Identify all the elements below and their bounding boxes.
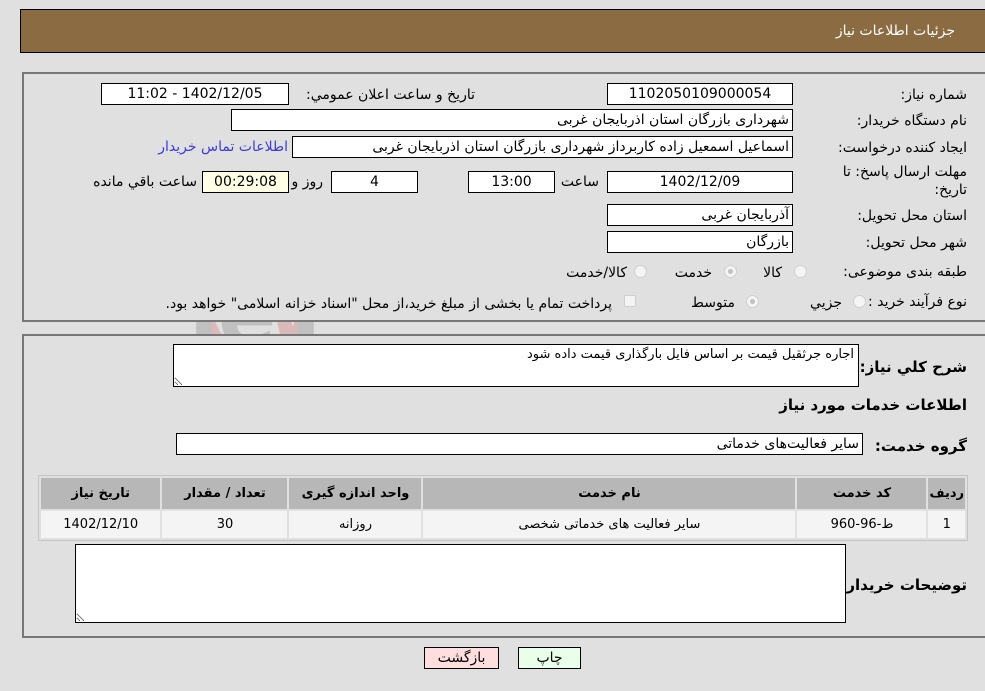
col-quantity: تعداد / مقدار bbox=[162, 478, 288, 509]
buyer-org-field[interactable]: شهرداری بازرگان استان اذربایجان غربی bbox=[231, 109, 793, 131]
buyer-notes-textarea[interactable] bbox=[75, 544, 846, 623]
requester-label: ایجاد کننده درخواست: bbox=[838, 140, 967, 156]
requester-field[interactable]: اسماعیل اسمعیل زاده کاربرداز شهرداری باز… bbox=[292, 136, 793, 158]
col-row-number: ردیف bbox=[928, 478, 965, 509]
buyer-notes-label: توضیحات خریدار: bbox=[840, 576, 967, 594]
process-radio-minor[interactable] bbox=[853, 295, 866, 308]
need-number-label: شماره نیاز: bbox=[900, 87, 968, 103]
print-button[interactable]: چاپ bbox=[518, 647, 581, 669]
remaining-time-label: ساعت باقي مانده bbox=[93, 174, 197, 190]
cell-service-code: ط-96-960 bbox=[797, 511, 927, 538]
buyer-contact-link[interactable]: اطلاعات تماس خریدار bbox=[158, 139, 288, 155]
process-option-medium: متوسط bbox=[691, 295, 735, 311]
process-option-minor: جزیي bbox=[810, 295, 842, 311]
province-label: استان محل تحویل: bbox=[857, 208, 967, 224]
category-radio-goods[interactable] bbox=[794, 265, 807, 278]
col-need-date: تاریخ نیاز bbox=[41, 478, 161, 509]
announce-label: تاریخ و ساعت اعلان عمومي: bbox=[306, 87, 475, 103]
buyer-org-label: نام دستگاه خریدار: bbox=[856, 113, 967, 129]
col-service-name: نام خدمت bbox=[423, 478, 796, 509]
deadline-label: مهلت ارسال پاسخ: تا تاریخ: bbox=[842, 164, 967, 198]
city-label: شهر محل تحویل: bbox=[865, 235, 967, 251]
category-option-goods: کالا bbox=[763, 265, 782, 281]
table-row: 1 ط-96-960 سایر فعالیت های خدماتی شخصی ر… bbox=[41, 511, 965, 538]
cell-service-name: سایر فعالیت های خدماتی شخصی bbox=[423, 511, 796, 538]
page-header: جزئیات اطلاعات نیاز bbox=[20, 9, 985, 53]
description-label: شرح کلي نیاز: bbox=[859, 358, 967, 376]
province-field[interactable]: آذربایجان غربی bbox=[607, 204, 793, 226]
category-radio-service[interactable] bbox=[724, 265, 737, 278]
cell-unit: روزانه bbox=[289, 511, 422, 538]
page-title: جزئیات اطلاعات نیاز bbox=[835, 23, 955, 39]
process-radio-medium[interactable] bbox=[746, 295, 759, 308]
treasury-note: پرداخت تمام یا بخشی از مبلغ خرید،از محل … bbox=[165, 296, 612, 312]
remaining-time-field[interactable]: 00:29:08 bbox=[202, 171, 289, 193]
cell-quantity: 30 bbox=[162, 511, 288, 538]
description-textarea[interactable] bbox=[173, 344, 859, 387]
category-radio-goods-service[interactable] bbox=[634, 265, 647, 278]
days-remaining-field[interactable]: 4 bbox=[331, 171, 418, 193]
days-label: روز و bbox=[291, 174, 324, 190]
col-unit: واحد اندازه گیری bbox=[289, 478, 422, 509]
city-field[interactable]: بازرگان bbox=[607, 231, 793, 253]
category-option-goods-service: کالا/خدمت bbox=[566, 265, 627, 281]
category-option-service: خدمت bbox=[674, 265, 712, 281]
back-button[interactable]: بازگشت bbox=[424, 647, 499, 669]
col-service-code: کد خدمت bbox=[797, 478, 927, 509]
treasury-checkbox[interactable] bbox=[624, 295, 636, 307]
announce-datetime-field[interactable]: 1402/12/05 - 11:02 bbox=[101, 83, 289, 105]
cell-row-number: 1 bbox=[928, 511, 965, 538]
deadline-time-field[interactable]: 13:00 bbox=[468, 171, 555, 193]
process-label: نوع فرآیند خرید : bbox=[868, 294, 967, 310]
cell-need-date: 1402/12/10 bbox=[41, 511, 161, 538]
need-number-field[interactable]: 1102050109000054 bbox=[607, 83, 793, 105]
service-group-label: گروه خدمت: bbox=[874, 437, 967, 455]
services-table: ردیف کد خدمت نام خدمت واحد اندازه گیری ت… bbox=[38, 475, 968, 541]
deadline-date-field[interactable]: 1402/12/09 bbox=[607, 171, 793, 193]
category-label: طبقه بندی موضوعی: bbox=[843, 264, 967, 280]
service-group-field[interactable]: سایر فعالیت‌های خدماتی bbox=[176, 433, 863, 455]
table-header-row: ردیف کد خدمت نام خدمت واحد اندازه گیری ت… bbox=[41, 478, 965, 509]
deadline-time-label: ساعت bbox=[560, 174, 599, 190]
services-section-title: اطلاعات خدمات مورد نیاز bbox=[779, 396, 967, 414]
